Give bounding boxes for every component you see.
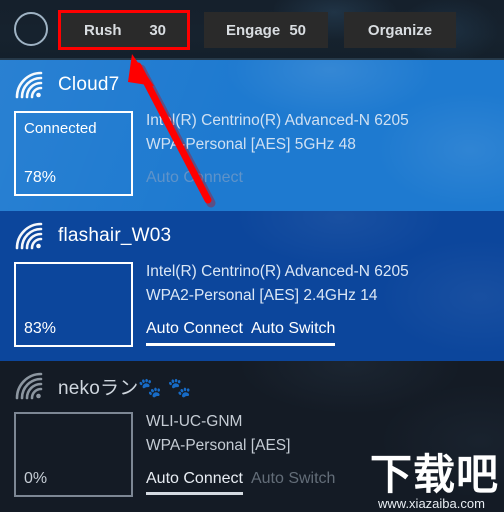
network-row[interactable]: Cloud7 Connected 78% Intel(R) Centrino(R… — [0, 60, 504, 211]
wifi-signal-icon — [15, 372, 43, 400]
wifi-signal-icon — [15, 71, 43, 99]
network-ssid: nekoラン🐾 🐾 — [58, 377, 192, 399]
adapter-name: WLI-UC-GNM — [146, 413, 243, 430]
security-info: WPA-Personal [AES] 5GHz 48 — [146, 136, 356, 153]
signal-percent: 83% — [24, 320, 57, 337]
circle-toggle-button[interactable] — [14, 12, 48, 46]
security-info: WPA-Personal [AES] — [146, 437, 291, 454]
network-ssid-line: nekoラン🐾 🐾 — [14, 371, 192, 401]
signal-percent: 0% — [24, 470, 48, 487]
adapter-name: Intel(R) Centrino(R) Advanced-N 6205 — [146, 112, 409, 129]
network-actions: Auto Connect — [146, 169, 243, 190]
signal-box: 83% — [14, 262, 133, 347]
engage-button-label: Engage — [226, 21, 281, 39]
network-ssid: Cloud7 — [58, 74, 120, 95]
top-toolbar: Rush 30 Engage 50 Organize — [0, 0, 504, 60]
organize-button[interactable]: Organize — [344, 12, 456, 48]
network-actions: Auto Connect Auto Switch — [146, 320, 336, 346]
connection-status: Connected — [24, 120, 97, 137]
network-details: WLI-UC-GNM WPA-Personal [AES] — [146, 410, 496, 458]
auto-connect-link[interactable]: Auto Connect — [146, 470, 243, 495]
network-details: Intel(R) Centrino(R) Advanced-N 6205 WPA… — [146, 260, 496, 308]
engage-button[interactable]: Engage 50 — [204, 12, 328, 48]
rush-button[interactable]: Rush 30 — [60, 12, 188, 48]
auto-switch-link[interactable]: Auto Switch — [251, 320, 335, 341]
security-info: WPA2-Personal [AES] 2.4GHz 14 — [146, 287, 378, 304]
signal-box: Connected 78% — [14, 111, 133, 196]
network-ssid-line: flashair_W03 — [14, 221, 171, 251]
auto-connect-link[interactable]: Auto Connect — [146, 320, 243, 341]
app-window: Rush 30 Engage 50 Organize Cloud7 Connec… — [0, 0, 504, 512]
network-row[interactable]: nekoラン🐾 🐾 0% WLI-UC-GNM WPA-Personal [AE… — [0, 361, 504, 512]
wifi-signal-icon — [15, 222, 43, 250]
engage-button-value: 50 — [289, 21, 306, 39]
rush-button-label: Rush — [84, 21, 122, 39]
rush-button-value: 30 — [149, 21, 166, 39]
network-ssid-line: Cloud7 — [14, 70, 119, 100]
organize-button-label: Organize — [367, 21, 433, 39]
signal-percent: 78% — [24, 169, 57, 186]
auto-connect-link[interactable]: Auto Connect — [146, 169, 243, 190]
adapter-name: Intel(R) Centrino(R) Advanced-N 6205 — [146, 263, 409, 280]
network-row[interactable]: flashair_W03 83% Intel(R) Centrino(R) Ad… — [0, 211, 504, 361]
signal-box: 0% — [14, 412, 133, 497]
network-ssid: flashair_W03 — [58, 225, 172, 246]
auto-switch-link[interactable]: Auto Switch — [251, 470, 335, 491]
network-actions: Auto Connect Auto Switch — [146, 470, 335, 495]
network-details: Intel(R) Centrino(R) Advanced-N 6205 WPA… — [146, 109, 496, 157]
